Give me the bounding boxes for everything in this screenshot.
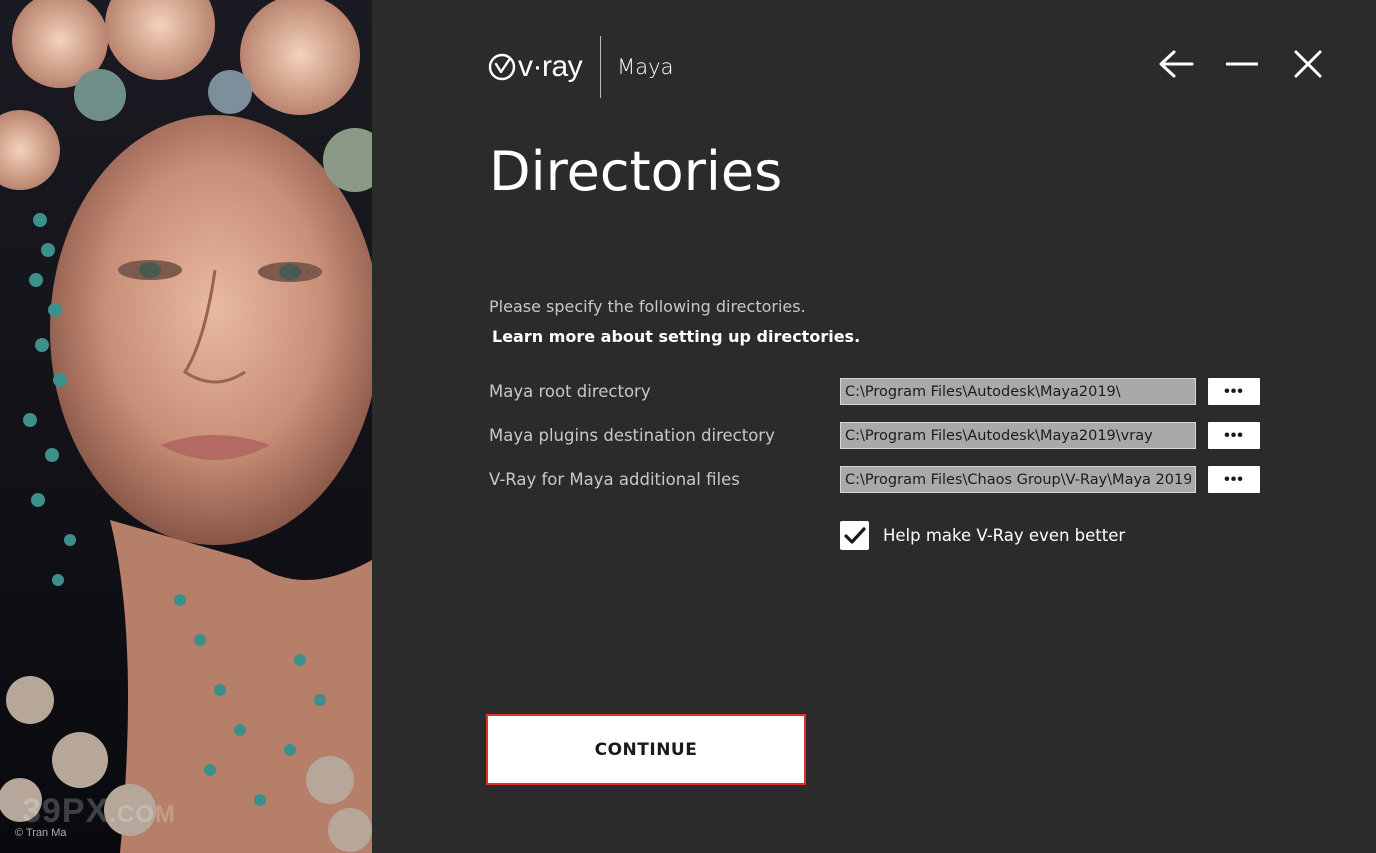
checkmark-icon <box>843 526 866 544</box>
help-improve-option[interactable]: Help make V-Ray even better <box>840 521 1125 550</box>
learn-more-link[interactable]: Learn more about setting up directories. <box>492 327 860 346</box>
window-controls <box>1130 44 1328 84</box>
artwork-credit: © Tran Ma <box>15 827 67 839</box>
directory-row-plugins: Maya plugins destination directory ••• <box>489 422 1261 450</box>
directory-label: V-Ray for Maya additional files <box>489 470 740 489</box>
brand-header: v·ray Maya <box>488 36 673 98</box>
browse-button[interactable]: ••• <box>1208 378 1260 405</box>
directory-row-additional-files: V-Ray for Maya additional files ••• <box>489 466 1261 494</box>
directory-row-maya-root: Maya root directory ••• <box>489 378 1261 406</box>
additional-files-directory-input[interactable] <box>840 466 1196 493</box>
browse-button[interactable]: ••• <box>1208 466 1260 493</box>
close-button[interactable] <box>1288 44 1328 84</box>
vray-logo-text: v·ray <box>518 50 583 83</box>
intro-text: Please specify the following directories… <box>489 297 806 316</box>
continue-button[interactable]: CONTINUE <box>486 714 806 785</box>
minimize-button[interactable] <box>1222 44 1262 84</box>
page-title: Directories <box>489 140 783 203</box>
help-improve-checkbox[interactable] <box>840 521 869 550</box>
watermark: 39PX.COM <box>22 792 176 830</box>
vray-mark-icon <box>488 53 516 81</box>
close-icon <box>1294 50 1322 78</box>
product-name: Maya <box>617 55 674 79</box>
directory-label: Maya root directory <box>489 382 651 401</box>
arrow-left-icon <box>1159 50 1194 78</box>
portrait-artwork <box>0 0 372 853</box>
help-improve-label: Help make V-Ray even better <box>883 526 1126 545</box>
plugins-directory-input[interactable] <box>840 422 1196 449</box>
minimize-icon <box>1226 62 1258 66</box>
maya-root-directory-input[interactable] <box>840 378 1196 405</box>
vray-logo: v·ray <box>488 50 583 84</box>
back-button[interactable] <box>1156 44 1196 84</box>
installer-window: 39PX.COM © Tran Ma v·ray Maya Directorie… <box>0 0 1376 853</box>
browse-button[interactable]: ••• <box>1208 422 1260 449</box>
artwork-panel: 39PX.COM © Tran Ma <box>0 0 372 853</box>
directory-label: Maya plugins destination directory <box>489 426 775 445</box>
brand-divider <box>600 36 602 98</box>
